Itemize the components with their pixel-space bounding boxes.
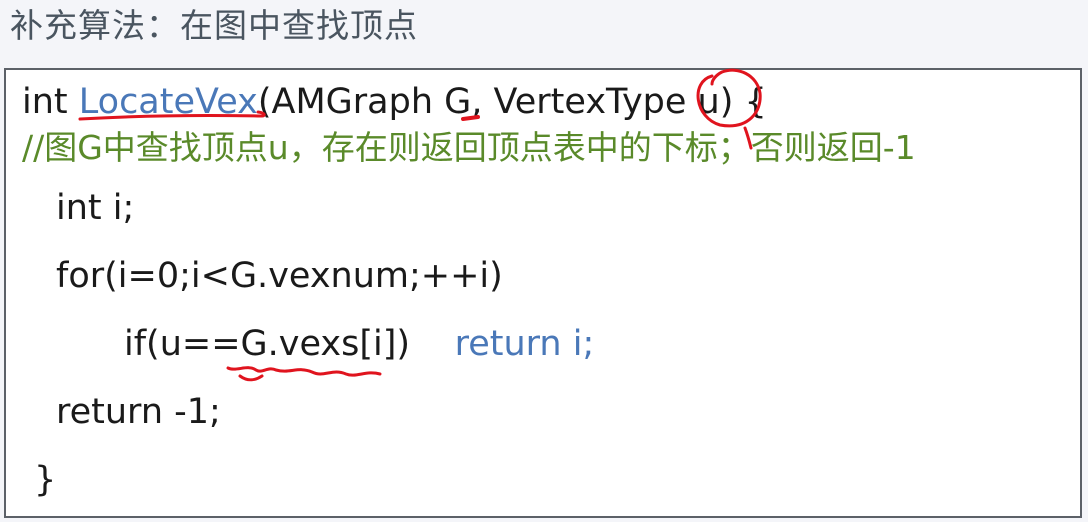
function-signature-line: int LocateVex(AMGraph G, VertexType u) { bbox=[22, 80, 767, 124]
return-index: return i; bbox=[454, 324, 595, 364]
declaration-line: int i; bbox=[56, 188, 135, 228]
page-title: 补充算法：在图中查找顶点 bbox=[10, 6, 418, 45]
code-comment: //图G中查找顶点u，存在则返回顶点表中的下标；否则返回-1 bbox=[22, 128, 916, 167]
code-block: int LocateVex(AMGraph G, VertexType u) {… bbox=[4, 68, 1082, 518]
if-statement-line: if(u==G.vexs[i]) return i; bbox=[124, 322, 594, 366]
for-loop-line: for(i=0;i<G.vexnum;++i) bbox=[56, 256, 503, 296]
function-params: (AMGraph G, VertexType u) { bbox=[257, 82, 767, 122]
return-statement-line: return -1; bbox=[56, 392, 221, 432]
closing-brace: } bbox=[34, 460, 57, 500]
function-name: LocateVex bbox=[78, 82, 258, 122]
return-type: int bbox=[22, 82, 79, 122]
if-condition: if(u==G.vexs[i]) bbox=[124, 324, 411, 364]
